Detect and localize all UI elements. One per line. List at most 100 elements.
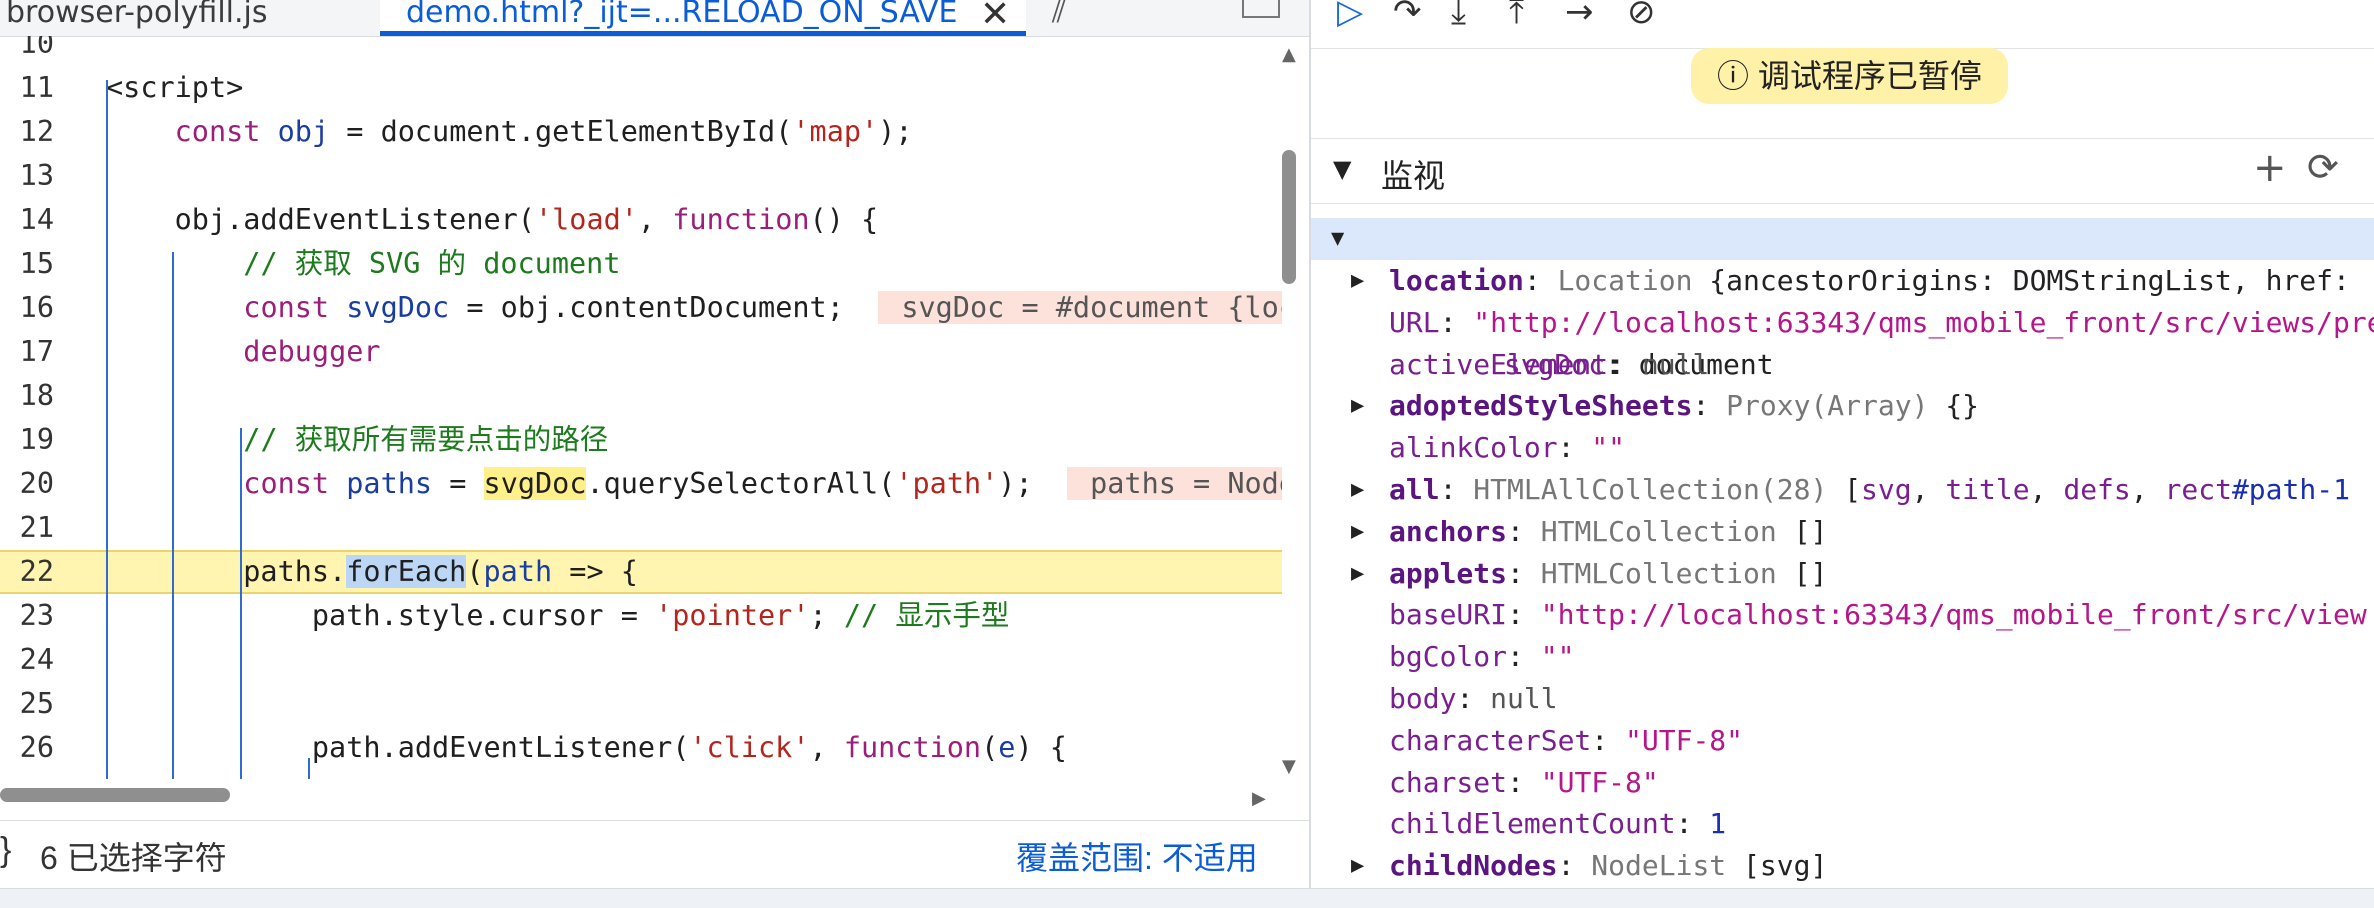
property-key: baseURI	[1389, 598, 1508, 632]
code-text: const svgDoc = obj.contentDocument; svgD…	[106, 286, 1282, 330]
coverage-link[interactable]: 覆盖范围: 不适用	[1016, 833, 1258, 879]
scroll-up-arrow-icon[interactable]: ▲	[1282, 44, 1296, 65]
brace-icon[interactable]: }	[0, 831, 11, 870]
expand-triangle-icon[interactable]: ▶	[1351, 511, 1364, 553]
property-row-applets[interactable]: ▶ applets: HTMLCollection []	[1311, 553, 2374, 595]
property-row-anchors[interactable]: ▶ anchors: HTMLCollection []	[1311, 511, 2374, 553]
status-bar: } 6 已选择字符 覆盖范围: 不适用	[0, 820, 1309, 889]
step-out-icon[interactable]: ⤒	[1509, 0, 1524, 32]
code-line[interactable]: 19 // 获取所有需要点击的路径	[0, 418, 1282, 462]
property-value: "http://localhost:63343/qms_mobile_front…	[1473, 305, 2374, 339]
expand-triangle-icon[interactable]: ▶	[1351, 260, 1364, 302]
property-key: location	[1389, 264, 1524, 297]
paused-badge: ⓘ 调试程序已暂停	[1691, 48, 2008, 104]
step-icon[interactable]: →	[1565, 0, 1594, 32]
code-line[interactable]: 27 const regionName = this.getAttribute(…	[0, 770, 1282, 779]
property-key: body	[1389, 682, 1457, 715]
property-row-adoptedStyleSheets[interactable]: ▶ adoptedStyleSheets: Proxy(Array) {}	[1311, 385, 2374, 427]
collapse-triangle-icon[interactable]: ▼	[1333, 155, 1351, 183]
watch-title: 监视	[1381, 158, 1446, 194]
property-row-characterSet[interactable]: characterSet: "UTF-8"	[1311, 720, 2374, 762]
expand-triangle-icon[interactable]: ▶	[1351, 553, 1364, 595]
toggle-panel-icon[interactable]	[1242, 0, 1280, 18]
line-number[interactable]: 15	[14, 242, 54, 286]
vertical-scrollbar-thumb[interactable]	[1282, 150, 1296, 284]
property-value: [svg]	[1743, 849, 1828, 883]
resume-icon[interactable]: ▷	[1337, 0, 1363, 32]
line-number[interactable]: 26	[14, 726, 54, 770]
split-editor-icon[interactable]: ⫽	[1052, 0, 1066, 31]
line-number[interactable]: 27	[14, 770, 54, 779]
code-line[interactable]: 14 obj.addEventListener('load', function…	[0, 198, 1282, 242]
line-number[interactable]: 16	[14, 286, 54, 330]
property-row-URL[interactable]: URL: "http://localhost:63343/qms_mobile_…	[1311, 302, 2374, 344]
code-line[interactable]: 25	[0, 682, 1282, 726]
property-row-all[interactable]: ▶ all: HTMLAllCollection(28) [svg, title,…	[1311, 469, 2374, 511]
close-tab-icon[interactable]: ✕	[980, 0, 1010, 35]
line-number[interactable]: 14	[14, 198, 54, 242]
tab-demo-html[interactable]: demo.html?_ijt=...RELOAD_ON_SAVE	[380, 0, 1026, 36]
code-line[interactable]: 18	[0, 374, 1282, 418]
expand-triangle-icon[interactable]: ▶	[1351, 385, 1364, 427]
step-over-icon[interactable]: ↷	[1393, 0, 1422, 32]
property-row-location[interactable]: ▶ location: Location {ancestorOrigins: DO…	[1311, 260, 2374, 302]
property-row-charset[interactable]: charset: "UTF-8"	[1311, 762, 2374, 804]
expand-triangle-icon[interactable]: ▶	[1351, 469, 1364, 511]
line-number[interactable]: 18	[14, 374, 54, 418]
line-number[interactable]: 23	[14, 594, 54, 638]
code-line[interactable]: 15 // 获取 SVG 的 document	[0, 242, 1282, 286]
property-row-baseURI[interactable]: baseURI: "http://localhost:63343/qms_mob…	[1311, 594, 2374, 636]
code-line[interactable]: 23 path.style.cursor = 'pointer'; // 显示手…	[0, 594, 1282, 638]
code-line[interactable]: 17 debugger	[0, 330, 1282, 374]
code-line[interactable]: 21	[0, 506, 1282, 550]
property-row-childNodes[interactable]: ▶ childNodes: NodeList [svg]	[1311, 845, 2374, 887]
property-row-childElementCount[interactable]: childElementCount: 1	[1311, 803, 2374, 845]
line-number[interactable]: 21	[14, 506, 54, 550]
code-line[interactable]: 10	[0, 36, 1282, 66]
tab-browser-polyfill[interactable]: browser-polyfill.js	[0, 0, 370, 36]
selection-count: 6 已选择字符	[40, 840, 227, 876]
refresh-icon[interactable]: ⟳	[2307, 145, 2339, 189]
property-key: alinkColor	[1389, 431, 1558, 465]
line-number[interactable]: 12	[14, 110, 54, 154]
scroll-right-arrow-icon[interactable]: ▶	[1252, 788, 1266, 809]
expand-triangle-icon[interactable]: ▼	[1331, 218, 1344, 260]
current-code-line[interactable]: 22 paths.forEach(path => {	[0, 550, 1282, 594]
horizontal-scrollbar-thumb[interactable]	[0, 788, 230, 802]
line-number[interactable]: 22	[14, 552, 54, 592]
watch-root-row[interactable]: ▼ svgDoc: document	[1311, 218, 2374, 381]
scroll-down-arrow-icon[interactable]: ▼	[1282, 756, 1296, 777]
horizontal-scrollbar[interactable]	[0, 788, 1260, 806]
property-value: HTMLCollection	[1540, 556, 1794, 590]
line-number[interactable]: 25	[14, 682, 54, 726]
expand-triangle-icon[interactable]: ▶	[1351, 845, 1364, 887]
code-line[interactable]: 16 const svgDoc = obj.contentDocument; s…	[0, 286, 1282, 330]
line-number[interactable]: 10	[14, 36, 54, 66]
code-line[interactable]: 12 const obj = document.getElementById('…	[0, 110, 1282, 154]
add-watch-icon[interactable]: +	[2253, 145, 2287, 191]
line-number[interactable]: 17	[14, 330, 54, 374]
code-line[interactable]: 24	[0, 638, 1282, 682]
property-row-body[interactable]: body: null	[1311, 678, 2374, 720]
code-text: obj.addEventListener('load', function() …	[106, 203, 879, 236]
property-row-activeElement[interactable]: activeElement: null	[1311, 344, 2374, 386]
property-row-alinkColor[interactable]: alinkColor: ""	[1311, 427, 2374, 469]
code-line[interactable]: 26 path.addEventListener('click', functi…	[0, 726, 1282, 770]
code-area[interactable]: 10 11 <script> 12 const obj = document.getE…	[0, 36, 1282, 779]
deactivate-breakpoints-icon[interactable]: ⊘	[1627, 0, 1656, 32]
line-number[interactable]: 11	[14, 66, 54, 110]
line-number[interactable]: 24	[14, 638, 54, 682]
code-line[interactable]: 11 <script>	[0, 66, 1282, 110]
property-key: childElementCount	[1389, 807, 1676, 841]
code-line[interactable]: 13	[0, 154, 1282, 198]
property-value: Location	[1557, 264, 1710, 297]
line-number[interactable]: 20	[14, 462, 54, 506]
debugger-toolbar: ▷ ↷ ⤓ ⤒ → ⊘	[1311, 0, 2374, 49]
property-value: ""	[1540, 640, 1575, 674]
property-row-bgColor[interactable]: bgColor: ""	[1311, 636, 2374, 678]
watch-section-header[interactable]: ▼ 监视 + ⟳	[1311, 138, 2374, 204]
step-into-icon[interactable]: ⤓	[1451, 0, 1466, 32]
code-line[interactable]: 20 const paths = svgDoc.querySelectorAll…	[0, 462, 1282, 506]
line-number[interactable]: 13	[14, 154, 54, 198]
line-number[interactable]: 19	[14, 418, 54, 462]
